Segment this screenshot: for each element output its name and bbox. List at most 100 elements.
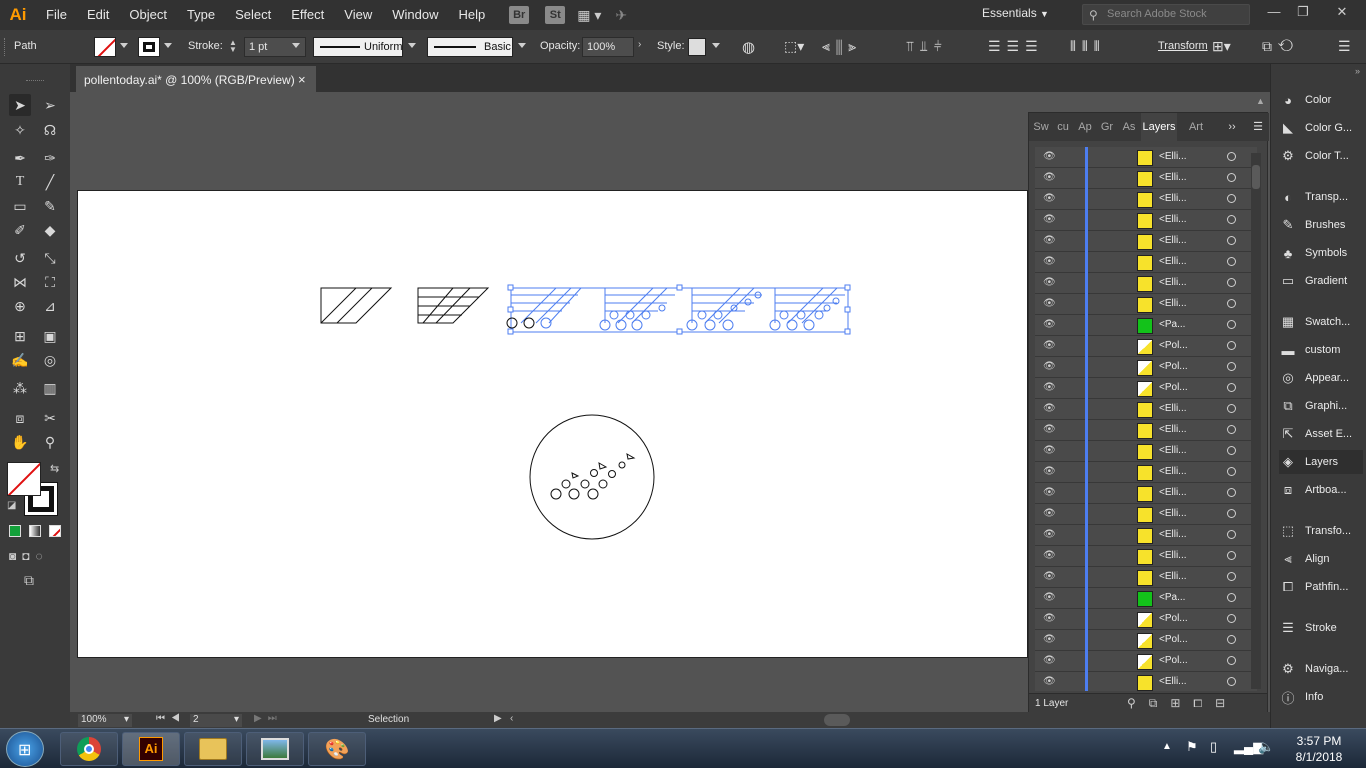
layer-target-icon[interactable]: [1227, 530, 1236, 539]
layer-row[interactable]: 👁 <Pa...: [1035, 315, 1257, 336]
layer-row[interactable]: 👁 <Elli...: [1035, 273, 1257, 294]
layer-row[interactable]: 👁 <Pol...: [1035, 609, 1257, 630]
tab-custom[interactable]: cu: [1053, 113, 1073, 141]
rotate-tool-icon[interactable]: ↺: [9, 247, 31, 269]
visibility-eye-icon[interactable]: 👁: [1043, 319, 1057, 331]
layer-name[interactable]: <Pol...: [1159, 361, 1188, 372]
profile-dropdown-icon[interactable]: [408, 43, 416, 48]
menu-view[interactable]: View: [334, 0, 382, 30]
layer-target-icon[interactable]: [1227, 236, 1236, 245]
layer-target-icon[interactable]: [1227, 383, 1236, 392]
dock-item-color-g[interactable]: ◣ Color G...: [1279, 116, 1363, 140]
pen-tool-icon[interactable]: ✒: [9, 147, 31, 169]
fill-swatch[interactable]: [94, 37, 116, 57]
zoom-tool-icon[interactable]: ⚲: [39, 431, 61, 453]
dock-item-graphi[interactable]: ⧉ Graphi...: [1279, 394, 1363, 418]
layer-row[interactable]: 👁 <Elli...: [1035, 504, 1257, 525]
opacity-expand-icon[interactable]: ›: [638, 39, 641, 50]
menu-file[interactable]: File: [36, 0, 77, 30]
distribute-horizontal-icons[interactable]: ⫴⫴⫴: [1070, 38, 1106, 55]
layer-row[interactable]: 👁 <Pa...: [1035, 588, 1257, 609]
layer-row[interactable]: 👁 <Elli...: [1035, 567, 1257, 588]
free-transform-tool-icon[interactable]: ⛶: [39, 271, 61, 293]
draw-mode-icons[interactable]: ◙◘◌: [9, 549, 49, 563]
edit-icons[interactable]: ⧉⟲: [1262, 38, 1299, 55]
layer-scrollbar[interactable]: [1251, 153, 1261, 689]
visibility-eye-icon[interactable]: 👁: [1043, 613, 1057, 625]
none-mode-button[interactable]: [49, 525, 61, 537]
restore-button[interactable]: ❐: [1291, 4, 1315, 22]
visibility-eye-icon[interactable]: 👁: [1043, 571, 1057, 583]
dock-item-color[interactable]: ◕ Color: [1279, 88, 1363, 112]
dock-item-asset-e[interactable]: ⇱ Asset E...: [1279, 422, 1363, 446]
layer-target-icon[interactable]: [1227, 362, 1236, 371]
layer-target-icon[interactable]: [1227, 635, 1236, 644]
hscroll-left-icon[interactable]: ‹: [510, 713, 513, 724]
layer-row[interactable]: 👁 <Pol...: [1035, 378, 1257, 399]
curvature-tool-icon[interactable]: ✑: [39, 147, 61, 169]
layer-name[interactable]: <Elli...: [1159, 424, 1187, 435]
layer-name[interactable]: <Elli...: [1159, 256, 1187, 267]
tab-artboards[interactable]: Art: [1181, 113, 1211, 141]
artboard-tool-icon[interactable]: ⧈: [9, 407, 31, 429]
layer-row[interactable]: 👁 <Elli...: [1035, 231, 1257, 252]
dock-item-color-t[interactable]: ⚙ Color T...: [1279, 144, 1363, 168]
stroke-swatch[interactable]: [138, 37, 160, 57]
layer-row[interactable]: 👁 <Elli...: [1035, 441, 1257, 462]
align-to-selection-icon[interactable]: ⬚▾: [784, 38, 804, 55]
control-menu-icon[interactable]: ☰: [1338, 38, 1351, 55]
chrome-taskbar-icon[interactable]: [60, 732, 118, 766]
column-graph-tool-icon[interactable]: ▥: [39, 377, 61, 399]
visibility-eye-icon[interactable]: 👁: [1043, 424, 1057, 436]
default-colors-icon[interactable]: ◪: [7, 500, 16, 511]
minimize-button[interactable]: —: [1262, 4, 1286, 22]
graphic-style-swatch[interactable]: [688, 38, 706, 56]
menu-object[interactable]: Object: [119, 0, 177, 30]
layer-row[interactable]: 👁 <Elli...: [1035, 210, 1257, 231]
paintbrush-tool-icon[interactable]: ✎: [39, 195, 61, 217]
dock-item-align[interactable]: ⫷ Align: [1279, 547, 1363, 571]
visibility-eye-icon[interactable]: 👁: [1043, 256, 1057, 268]
artwork-canvas[interactable]: [78, 191, 1029, 659]
visibility-eye-icon[interactable]: 👁: [1043, 193, 1057, 205]
gradient-mode-button[interactable]: [29, 525, 41, 537]
layer-footer-icons[interactable]: ⚲⧉⊞⧠⊟: [1127, 696, 1238, 711]
dock-item-layers[interactable]: ◈ Layers: [1279, 450, 1363, 474]
battery-icon[interactable]: ▯: [1210, 739, 1217, 755]
layer-name[interactable]: <Elli...: [1159, 235, 1187, 246]
hscroll-thumb[interactable]: [824, 714, 850, 726]
visibility-eye-icon[interactable]: 👁: [1043, 445, 1057, 457]
layer-target-icon[interactable]: [1227, 593, 1236, 602]
layer-target-icon[interactable]: [1227, 488, 1236, 497]
layer-target-icon[interactable]: [1227, 320, 1236, 329]
align-horizontal-icons[interactable]: ⫷⫼⫸: [822, 38, 862, 55]
layer-row[interactable]: 👁 <Elli...: [1035, 672, 1257, 691]
symbol-sprayer-tool-icon[interactable]: ⁂: [9, 377, 31, 399]
brush-dropdown-icon[interactable]: [518, 43, 526, 48]
visibility-eye-icon[interactable]: 👁: [1043, 676, 1057, 688]
tab-appearance[interactable]: Ap: [1075, 113, 1095, 141]
fill-dropdown-icon[interactable]: [120, 43, 128, 48]
slice-tool-icon[interactable]: ✂: [39, 407, 61, 429]
layer-name[interactable]: <Elli...: [1159, 277, 1187, 288]
visibility-eye-icon[interactable]: 👁: [1043, 487, 1057, 499]
visibility-eye-icon[interactable]: 👁: [1043, 550, 1057, 562]
stroke-stepper[interactable]: ▲ ▼: [229, 39, 237, 54]
layer-target-icon[interactable]: [1227, 257, 1236, 266]
eyedropper-tool-icon[interactable]: ✍: [9, 349, 31, 371]
photos-taskbar-icon[interactable]: [246, 732, 304, 766]
menu-type[interactable]: Type: [177, 0, 225, 30]
stock-search-input[interactable]: ⚲ Search Adobe Stock: [1082, 4, 1250, 25]
opacity-field[interactable]: 100%: [582, 37, 634, 57]
layer-name[interactable]: <Pol...: [1159, 382, 1188, 393]
layer-target-icon[interactable]: [1227, 551, 1236, 560]
stock-button[interactable]: St: [545, 6, 566, 24]
layer-name[interactable]: <Pol...: [1159, 634, 1188, 645]
menu-window[interactable]: Window: [382, 0, 448, 30]
layer-target-icon[interactable]: [1227, 467, 1236, 476]
layer-target-icon[interactable]: [1227, 152, 1236, 161]
mesh-tool-icon[interactable]: ⊞: [9, 325, 31, 347]
layer-row[interactable]: 👁 <Elli...: [1035, 420, 1257, 441]
dock-item-custom[interactable]: ▬ custom: [1279, 338, 1363, 362]
close-window-button[interactable]: ✕: [1330, 4, 1354, 22]
